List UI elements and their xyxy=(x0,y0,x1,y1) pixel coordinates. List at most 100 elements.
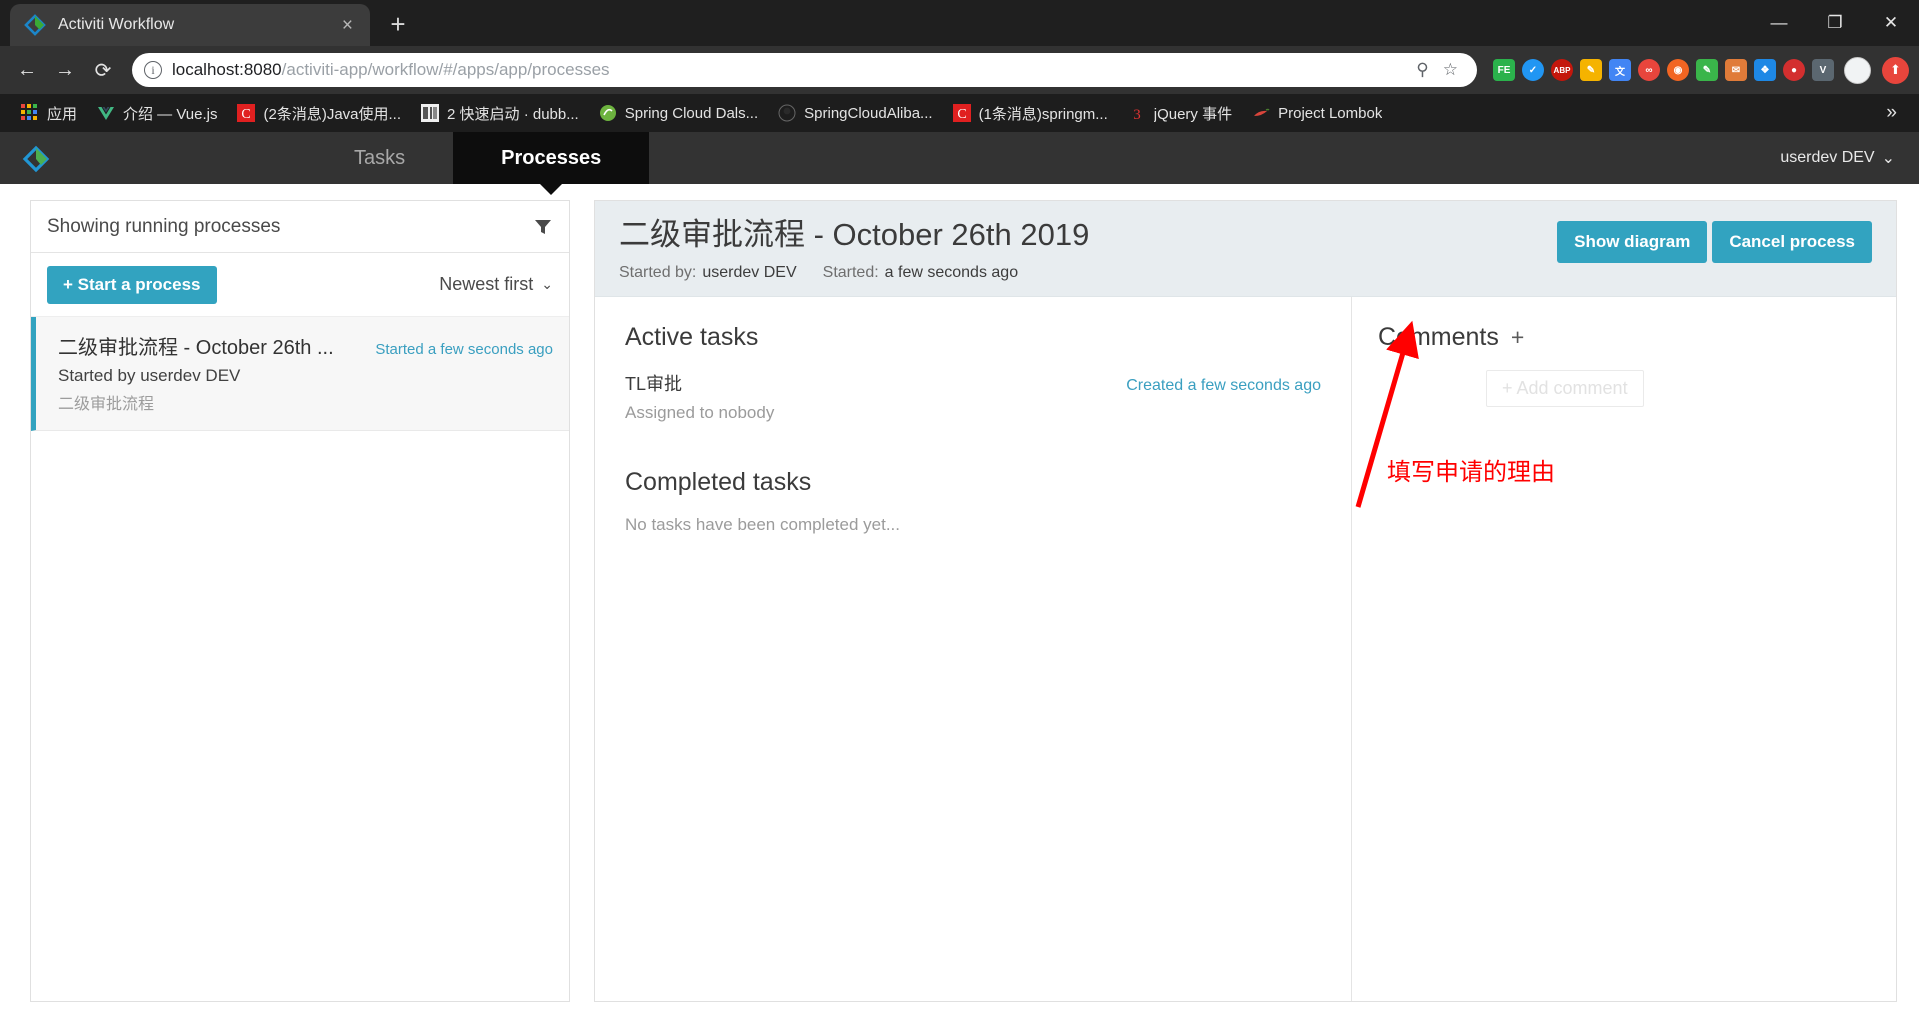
dubbo-icon xyxy=(421,104,440,122)
bookmark-label: 介绍 — Vue.js xyxy=(123,105,218,123)
browser-tab[interactable]: Activiti Workflow × xyxy=(10,4,370,46)
forward-icon[interactable]: → xyxy=(48,53,82,87)
process-name: 二级审批流程 - October 26th ... xyxy=(58,337,334,359)
annotation-text: 填写申请的理由 xyxy=(1387,458,1555,486)
bookmark-item-lombok[interactable]: Project Lombok xyxy=(1243,100,1391,126)
process-started-time: Started a few seconds ago xyxy=(375,341,553,358)
puzzle-extension-icon[interactable]: ❖ xyxy=(1754,59,1776,81)
cancel-process-button[interactable]: Cancel process xyxy=(1712,221,1872,263)
svg-text:3: 3 xyxy=(1133,107,1141,122)
comments-header: Comments + xyxy=(1378,323,1870,352)
app-logo[interactable] xyxy=(0,132,70,184)
site-info-icon[interactable]: i xyxy=(144,61,162,79)
tab-processes[interactable]: Processes xyxy=(453,132,650,184)
new-tab-button[interactable]: + xyxy=(378,4,418,44)
bookmark-item-vue[interactable]: 介绍 — Vue.js xyxy=(88,99,226,128)
process-started-by: Started by userdev DEV xyxy=(58,366,241,385)
tab-processes-label: Processes xyxy=(501,146,602,169)
jquery-icon: 3 xyxy=(1128,104,1146,123)
process-detail-header-text: 二级审批流程 - October 26th 2019 Started by: us… xyxy=(619,217,1557,282)
bookmark-label: Spring Cloud Dals... xyxy=(624,104,759,122)
infinity-extension-icon[interactable]: ∞ xyxy=(1638,59,1660,81)
tab-tasks[interactable]: Tasks xyxy=(306,132,453,184)
bookmark-item-csdn-java[interactable]: C (2条消息)Java使用... xyxy=(228,99,410,128)
mail-extension-icon[interactable]: ✉ xyxy=(1725,59,1747,81)
started-meta: Started: a few seconds ago xyxy=(823,264,1018,282)
filter-funnel-icon[interactable] xyxy=(533,217,553,237)
process-list-actions: + Start a process Newest first ⌄ xyxy=(31,253,569,317)
close-window-button[interactable]: ✕ xyxy=(1863,0,1919,46)
maximize-button[interactable]: ❐ xyxy=(1807,0,1863,46)
user-menu-label: userdev DEV xyxy=(1780,149,1875,166)
tab-title: Activiti Workflow xyxy=(58,16,175,33)
tasks-column: Active tasks TL审批 Assigned to nobody Cre… xyxy=(595,297,1351,1001)
feedly-extension-icon[interactable]: FE xyxy=(1493,59,1515,81)
page-title: 二级审批流程 - October 26th 2019 xyxy=(619,217,1090,252)
adblock-plus-extension-icon[interactable]: ABP xyxy=(1551,59,1573,81)
activiti-app: Tasks Processes userdev DEV ⌄ Showing ru… xyxy=(0,132,1919,1020)
minimize-button[interactable]: — xyxy=(1751,0,1807,46)
process-detail-body: Active tasks TL审批 Assigned to nobody Cre… xyxy=(595,296,1896,1001)
start-process-button[interactable]: + Start a process xyxy=(47,265,217,304)
bookmark-item-dubbo[interactable]: 2 快速启动 · dubb... xyxy=(412,99,588,128)
bookmarks-overflow-icon[interactable]: » xyxy=(1876,102,1907,124)
bookmark-star-icon[interactable]: ☆ xyxy=(1436,60,1465,80)
completed-tasks-heading: Completed tasks xyxy=(625,467,812,496)
url-host: localhost:8080 xyxy=(172,60,282,79)
started-by-value: userdev DEV xyxy=(702,263,797,281)
address-bar[interactable]: i localhost:8080/activiti-app/workflow/#… xyxy=(132,53,1477,87)
update-button[interactable]: ⬆ xyxy=(1882,56,1909,84)
process-detail-actions: Show diagram Cancel process xyxy=(1557,217,1872,263)
process-detail-header: 二级审批流程 - October 26th 2019 Started by: us… xyxy=(595,201,1896,297)
pen-extension-icon[interactable]: ✎ xyxy=(1696,59,1718,81)
honey-extension-icon[interactable]: ◉ xyxy=(1667,59,1689,81)
user-menu[interactable]: userdev DEV ⌄ xyxy=(1780,132,1919,184)
started-label: Started: xyxy=(822,263,879,281)
bookmarks-bar: 应用 介绍 — Vue.js C (2条消息)Java使用... 2 快速启动 … xyxy=(0,94,1919,132)
checkmark-extension-icon[interactable]: ✓ xyxy=(1522,59,1544,81)
search-icon[interactable]: ⚲ xyxy=(1409,60,1435,80)
bookmark-item-apps[interactable]: 应用 xyxy=(12,99,86,128)
url-path: /activiti-app/workflow/#/apps/app/proces… xyxy=(281,60,610,79)
svg-text:C: C xyxy=(957,107,966,122)
bookmark-item-springcloudalibaba[interactable]: SpringCloudAliba... xyxy=(769,100,941,126)
google-translate-extension-icon[interactable]: 文 xyxy=(1609,59,1631,81)
activiti-diamond-icon xyxy=(24,14,46,36)
record-extension-icon[interactable]: ● xyxy=(1783,59,1805,81)
process-list-header: Showing running processes xyxy=(31,201,569,253)
notes-extension-icon[interactable]: ✎ xyxy=(1580,59,1602,81)
app-header: Tasks Processes userdev DEV ⌄ xyxy=(0,132,1919,184)
browser-window: Activiti Workflow × + — ❐ ✕ ← → ⟳ i loca… xyxy=(0,0,1919,1020)
lombok-icon xyxy=(1252,104,1270,122)
bookmark-label: jQuery 事件 xyxy=(1153,105,1233,123)
address-bar-url: localhost:8080/activiti-app/workflow/#/a… xyxy=(172,60,1409,80)
reload-icon[interactable]: ⟳ xyxy=(86,53,120,87)
task-assignee: Assigned to nobody xyxy=(625,402,775,422)
extensions-tray: FE ✓ ABP ✎ 文 ∞ ◉ ✎ ✉ ❖ ● V xyxy=(1489,59,1834,81)
tab-close-icon[interactable]: × xyxy=(339,16,356,35)
back-icon[interactable]: ← xyxy=(10,53,44,87)
bookmark-item-csdn-springm[interactable]: C (1条消息)springm... xyxy=(944,99,1117,128)
add-comment-input[interactable]: + Add comment xyxy=(1486,369,1644,407)
task-info: TL审批 Assigned to nobody xyxy=(625,370,1126,423)
vimeo-extension-icon[interactable]: V xyxy=(1812,59,1834,81)
task-row[interactable]: TL审批 Assigned to nobody Created a few se… xyxy=(625,370,1321,423)
profile-avatar[interactable] xyxy=(1844,56,1871,84)
bookmark-item-jquery[interactable]: 3 jQuery 事件 xyxy=(1119,99,1241,128)
add-comment-plus-icon[interactable]: + xyxy=(1511,325,1524,349)
spring-icon xyxy=(599,104,617,122)
process-list[interactable]: 二级审批流程 - October 26th ... Started a few … xyxy=(31,317,569,1001)
list-item[interactable]: 二级审批流程 - October 26th ... Started a few … xyxy=(31,317,569,431)
bookmark-item-spring-cloud[interactable]: Spring Cloud Dals... xyxy=(590,100,767,126)
started-by-label: Started by: xyxy=(619,263,697,281)
tab-tasks-label: Tasks xyxy=(354,146,406,169)
active-tasks-heading: Active tasks xyxy=(625,322,759,351)
bookmark-label: (2条消息)Java使用... xyxy=(263,105,402,123)
show-diagram-button[interactable]: Show diagram xyxy=(1557,221,1708,263)
github-icon xyxy=(778,104,796,122)
window-controls: — ❐ ✕ xyxy=(1751,0,1919,46)
csdn-icon: C xyxy=(237,104,256,122)
bookmark-label: SpringCloudAliba... xyxy=(804,104,933,122)
sort-order-selector[interactable]: Newest first ⌄ xyxy=(439,274,553,295)
app-body: Showing running processes + Start a proc… xyxy=(0,184,1919,1020)
